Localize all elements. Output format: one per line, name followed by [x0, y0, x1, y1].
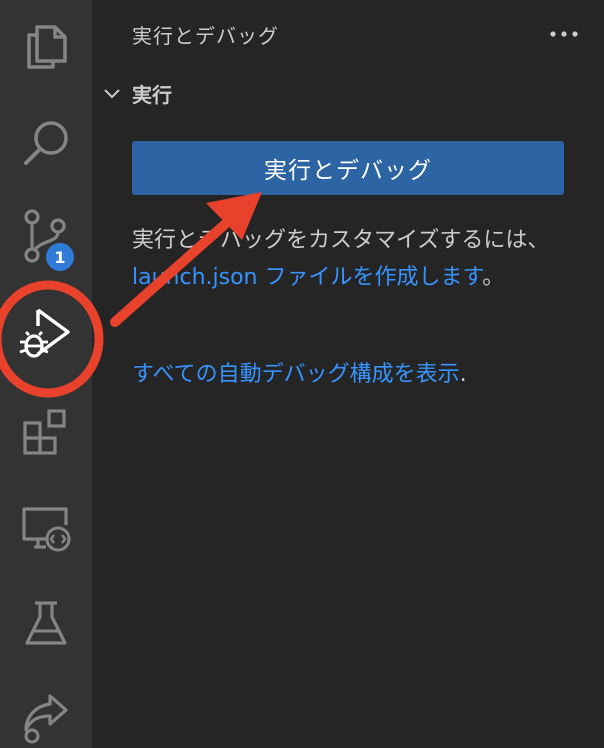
run-and-debug-button[interactable]: 実行とデバッグ [132, 141, 564, 195]
sidebar-title: 実行とデバッグ [132, 24, 279, 48]
activity-remote-explorer[interactable] [0, 482, 92, 574]
run-debug-icon [19, 308, 70, 358]
remote-explorer-icon [22, 507, 71, 552]
chevron-down-icon [104, 89, 120, 99]
show-all-dynamic-configs-link[interactable]: すべての自動デバッグ構成を表示 [132, 362, 460, 387]
run-description: 実行とデバッグをカスタマイズするには、 launch.json ファイルを作成しま… [132, 222, 572, 296]
run-section-header[interactable]: 実行 [100, 76, 172, 110]
run-debug-sidebar: 実行とデバッグ 実行 実行とデバッグ 実行とデバッグをカスタマイズするには、 la… [92, 0, 604, 748]
activity-testing[interactable] [0, 578, 92, 670]
ellipsis-icon [550, 31, 578, 37]
create-launch-json-link[interactable]: launch.json ファイルを作成します [132, 265, 482, 290]
source-control-badge: 1 [44, 241, 76, 273]
activity-search[interactable] [0, 97, 92, 189]
activity-explorer[interactable] [0, 0, 92, 92]
activity-bar: 1 [0, 0, 92, 748]
search-icon [24, 121, 68, 165]
more-actions-button[interactable] [544, 22, 584, 46]
activity-source-control[interactable] [0, 190, 92, 282]
activity-live-share[interactable] [0, 670, 92, 748]
testing-icon [25, 601, 67, 645]
activity-run-debug[interactable] [0, 286, 92, 378]
files-icon [27, 25, 67, 69]
desc-text: 実行とデバッグをカスタマイズするには、 [132, 228, 550, 253]
live-share-icon [24, 694, 68, 744]
extensions-icon [23, 409, 66, 455]
show-all-suffix: . [459, 362, 467, 387]
show-all-configs: すべての自動デバッグ構成を表示. [132, 356, 467, 393]
vscode-window: 1 実行とデバッグ 実行 実行とデバッグ 実行とデバッグをカスタマイズするには、… [0, 0, 604, 748]
run-section-title: 実行 [132, 82, 172, 107]
desc-suffix: 。 [482, 265, 505, 290]
activity-extensions[interactable] [0, 386, 92, 478]
